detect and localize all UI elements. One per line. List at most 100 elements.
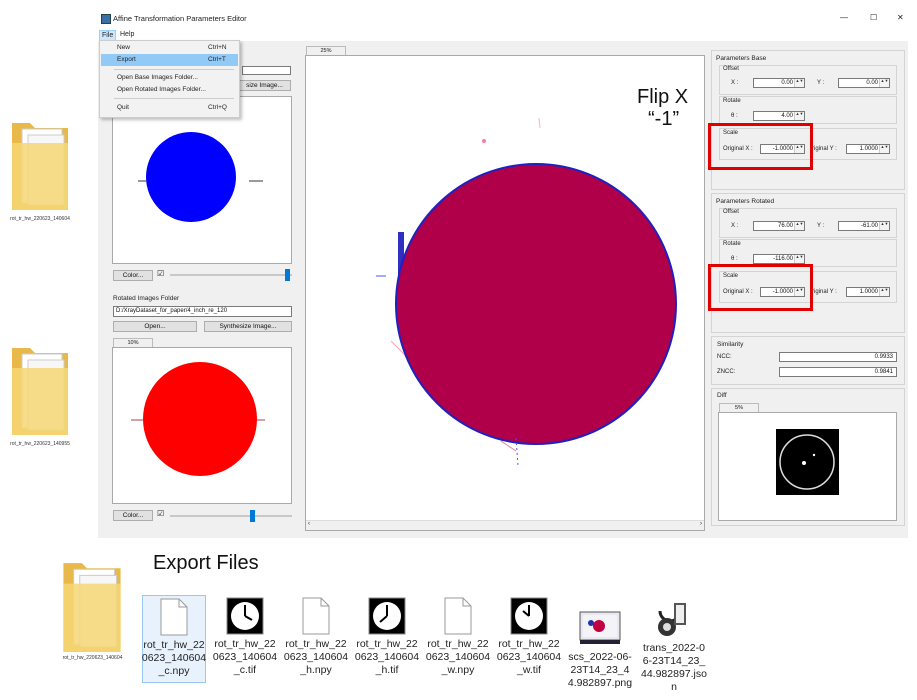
blank-file-icon <box>302 597 330 635</box>
base-synthesize-button[interactable]: size Image... <box>238 80 291 91</box>
rotated-opacity-slider[interactable] <box>170 510 292 522</box>
desktop-folder-1[interactable]: rot_tr_hw_220623_140604 <box>5 115 75 225</box>
menu-shortcut: Ctrl+Q <box>208 104 227 111</box>
file-item[interactable]: rot_tr_hw_220623_140604_c.npy <box>142 595 206 683</box>
rotated-rotate-group <box>719 239 897 267</box>
horizontal-scrollbar[interactable]: ‹ › <box>306 520 704 530</box>
file-item[interactable]: rot_tr_hw_220623_140604_h.tif <box>355 595 419 683</box>
spin-icon[interactable]: ▲▼ <box>879 288 889 296</box>
tif-image-icon <box>368 597 406 635</box>
menu-label: Export <box>117 56 136 63</box>
base-visible-checkbox[interactable]: ☑ <box>157 269 164 278</box>
png-image-icon <box>579 611 621 644</box>
folder-icon <box>12 123 68 210</box>
file-item[interactable]: rot_tr_hw_220623_140604_h.npy <box>284 595 348 683</box>
zncc-value-field[interactable]: 0.9841 <box>779 367 897 377</box>
window-title: Affine Transformation Parameters Editor <box>113 14 247 23</box>
base-opacity-slider[interactable] <box>170 269 292 281</box>
menu-shortcut: Ctrl+T <box>208 56 226 63</box>
json-file-icon <box>658 603 686 636</box>
file-name: rot_tr_hw_220623_140604_w.tif <box>496 638 562 676</box>
rotated-image-view[interactable] <box>112 347 292 504</box>
menu-item-export[interactable]: Export Ctrl+T <box>101 54 238 66</box>
spin-icon[interactable]: ▲▼ <box>794 112 804 120</box>
scroll-right-icon[interactable]: › <box>700 521 702 527</box>
title-bar: Affine Transformation Parameters Editor … <box>98 8 908 30</box>
rotated-offset-label: Offset <box>723 209 739 215</box>
export-files-label: Export Files <box>153 552 259 574</box>
desktop-folder-2[interactable]: rot_tr_hw_220623_140955 <box>5 340 75 450</box>
base-scale-y-input[interactable]: 1.0000 ▲▼ <box>846 144 890 154</box>
desktop-folder-3[interactable]: rot_tr_hw_220623_140604 <box>55 555 130 665</box>
menu-item-open-rotated[interactable]: Open Rotated Images Folder... <box>101 84 238 95</box>
value: 1.0000 <box>859 146 878 152</box>
close-button[interactable]: ✕ <box>897 13 904 22</box>
file-item[interactable]: trans_2022-06-23T14_23_44.982897.json <box>639 595 709 695</box>
value: 0.00 <box>781 80 793 86</box>
zncc-label: ZNCC: <box>717 369 736 375</box>
rotated-visible-checkbox[interactable]: ☑ <box>157 509 164 518</box>
ncc-value-field[interactable]: 0.9933 <box>779 352 897 362</box>
base-offset-y-input[interactable]: 0.00 ▲▼ <box>838 78 890 88</box>
menu-item-quit[interactable]: Quit Ctrl+Q <box>101 102 238 113</box>
slider-thumb[interactable] <box>250 510 255 522</box>
value: -61.00 <box>860 223 878 229</box>
value: -116.00 <box>773 256 793 262</box>
base-color-button[interactable]: Color... <box>113 270 153 281</box>
folder-icon <box>12 348 68 435</box>
spin-icon[interactable]: ▲▼ <box>879 222 889 230</box>
file-name: trans_2022-06-23T14_23_44.982897.json <box>641 642 707 693</box>
folder-label: rot_tr_hw_220623_140955 <box>10 441 70 447</box>
similarity-title: Similarity <box>717 341 744 348</box>
synthesize-button[interactable]: Synthesize Image... <box>204 321 292 332</box>
spin-icon[interactable]: ▲▼ <box>879 79 889 87</box>
rotated-y-label: Y : <box>817 223 825 229</box>
tif-image-icon <box>510 597 548 635</box>
scale-highlight-base <box>708 123 813 170</box>
menu-item-open-base[interactable]: Open Base Images Folder... <box>101 72 238 83</box>
rotated-scale-y-input[interactable]: 1.0000 ▲▼ <box>846 287 890 297</box>
scroll-left-icon[interactable]: ‹ <box>308 521 310 527</box>
flip-x-annotation: Flip X <box>637 86 689 108</box>
overlay-view[interactable]: ‹ › <box>305 55 705 531</box>
spin-icon[interactable]: ▲▼ <box>794 79 804 87</box>
flip-x-value: “-1” <box>648 108 680 130</box>
value: 1.0000 <box>859 289 878 295</box>
rotated-path-field[interactable]: D:/XrayDataset_for_paper/4_inch_re_120 <box>113 306 292 317</box>
file-item[interactable]: rot_tr_hw_220623_140604_w.npy <box>426 595 490 683</box>
base-path-field[interactable] <box>242 66 291 75</box>
spin-icon[interactable]: ▲▼ <box>794 222 804 230</box>
menu-label: Open Base Images Folder... <box>117 74 198 81</box>
base-image-view[interactable] <box>112 96 292 264</box>
open-button[interactable]: Open... <box>113 321 197 332</box>
file-name: rot_tr_hw_220623_140604_h.npy <box>283 638 349 676</box>
rotated-image <box>131 362 265 476</box>
diff-image-view[interactable] <box>718 412 897 521</box>
base-x-label: X : <box>731 80 739 86</box>
rotated-offset-x-input[interactable]: 76.00 ▲▼ <box>753 221 805 231</box>
menu-help[interactable]: Help <box>120 31 134 38</box>
rotated-color-button[interactable]: Color... <box>113 510 153 521</box>
file-name: rot_tr_hw_220623_140604_c.tif <box>212 638 278 676</box>
overlay-blob <box>395 163 677 445</box>
slider-thumb[interactable] <box>285 269 290 281</box>
base-theta-input[interactable]: 4.00 ▲▼ <box>753 111 805 121</box>
menu-item-new[interactable]: New Ctrl+N <box>101 42 238 53</box>
diff-title: Diff <box>717 392 727 399</box>
spin-icon[interactable]: ▲▼ <box>879 145 889 153</box>
overlay-image <box>376 117 677 467</box>
file-item[interactable]: rot_tr_hw_220623_140604_c.tif <box>213 595 277 683</box>
maximize-button[interactable]: ☐ <box>870 13 877 22</box>
file-item[interactable]: scs_2022-06-23T14_23_44.982897.png <box>568 595 632 695</box>
file-name: scs_2022-06-23T14_23_44.982897.png <box>567 651 633 689</box>
base-orig-y-label: riginal Y : <box>812 146 837 152</box>
spin-icon[interactable]: ▲▼ <box>794 255 804 263</box>
rotated-theta-input[interactable]: -116.00 ▲▼ <box>753 254 805 264</box>
base-offset-x-input[interactable]: 0.00 ▲▼ <box>753 78 805 88</box>
file-item[interactable]: rot_tr_hw_220623_140604_w.tif <box>497 595 561 683</box>
rotated-offset-y-input[interactable]: -61.00 ▲▼ <box>838 221 890 231</box>
folder-icon <box>63 563 121 652</box>
base-rotate-group <box>719 96 897 124</box>
minimize-button[interactable]: — <box>840 13 848 22</box>
base-offset-label: Offset <box>723 66 739 72</box>
